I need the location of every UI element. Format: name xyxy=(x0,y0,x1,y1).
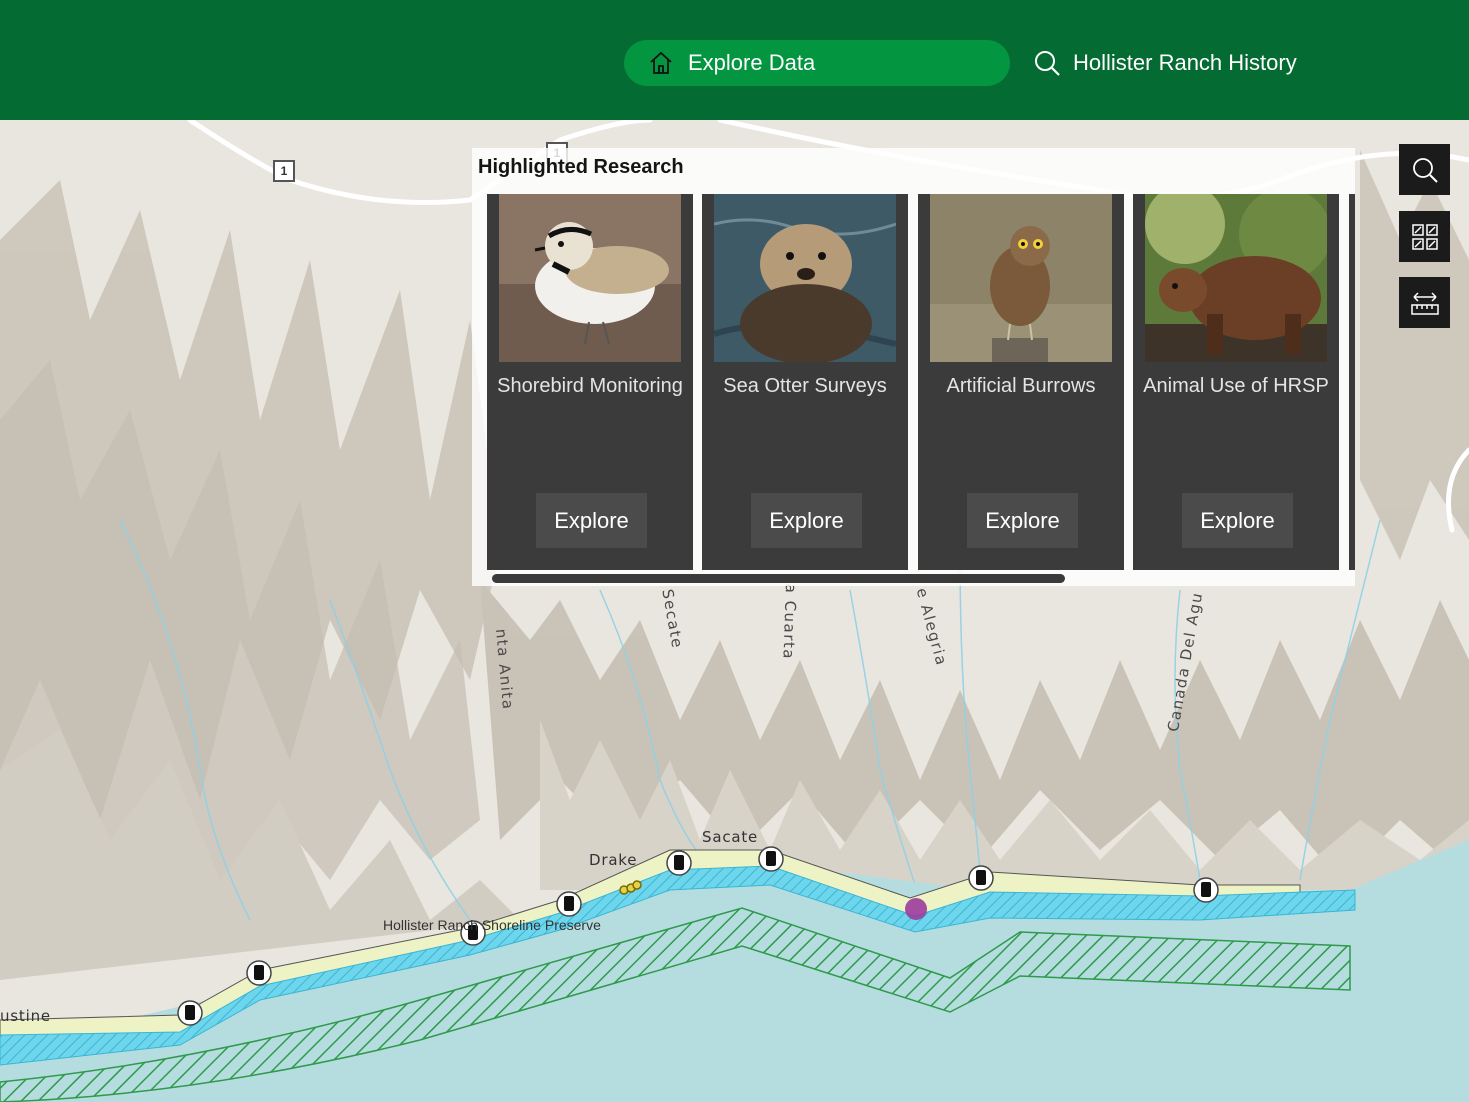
burrowing-owl-photo xyxy=(930,194,1112,362)
home-icon xyxy=(650,51,672,74)
basemap-gallery-button[interactable] xyxy=(1399,211,1450,262)
access-marker[interactable] xyxy=(968,865,994,891)
measure-icon xyxy=(1410,291,1439,315)
research-card-next[interactable] xyxy=(1349,194,1355,570)
search-icon xyxy=(1035,51,1060,76)
basemap-gallery-icon xyxy=(1411,223,1438,250)
canyon-label: a Cuarta xyxy=(779,583,800,661)
research-card-shorebird: Shorebird Monitoring Explore xyxy=(487,194,693,570)
research-card-animal-use: Animal Use of HRSP Explore xyxy=(1133,194,1339,570)
explore-button[interactable]: Explore xyxy=(967,493,1078,548)
research-card-carousel[interactable]: Shorebird Monitoring Explore Sea Otter S… xyxy=(487,194,1355,570)
panel-title: Highlighted Research xyxy=(478,156,684,178)
research-card-sea-otter: Sea Otter Surveys Explore xyxy=(702,194,908,570)
search-icon xyxy=(1412,157,1438,183)
access-marker[interactable] xyxy=(666,850,692,876)
place-label-sacate: Sacate xyxy=(702,828,759,846)
hollister-ranch-history-label: Hollister Ranch History xyxy=(1073,50,1297,75)
card-title: Shorebird Monitoring xyxy=(497,375,683,397)
measure-button[interactable] xyxy=(1399,277,1450,328)
sea-otter-photo xyxy=(714,194,896,362)
explore-data-label: Explore Data xyxy=(688,50,816,75)
card-title: Artificial Burrows xyxy=(946,375,1096,397)
highlight-marker[interactable] xyxy=(905,898,927,920)
access-marker[interactable] xyxy=(556,891,582,917)
access-marker[interactable] xyxy=(246,960,272,986)
highway-shield: 1 xyxy=(273,160,295,182)
place-label-augustine: ustine xyxy=(0,1007,51,1025)
explore-data-nav-button[interactable]: Explore Data xyxy=(624,40,1010,86)
map-search-button[interactable] xyxy=(1399,144,1450,195)
explore-button[interactable]: Explore xyxy=(536,493,647,548)
explore-button[interactable]: Explore xyxy=(1182,493,1293,548)
bear-photo xyxy=(1145,194,1327,362)
card-title: Animal Use of HRSP xyxy=(1143,375,1329,397)
access-marker[interactable] xyxy=(758,846,784,872)
place-label-drake: Drake xyxy=(589,851,638,869)
snowy-plover-photo xyxy=(499,194,681,362)
access-marker[interactable] xyxy=(177,1000,203,1026)
hollister-ranch-history-nav-link[interactable]: Hollister Ranch History xyxy=(1033,40,1297,86)
card-title: Sea Otter Surveys xyxy=(723,375,887,397)
carousel-scrollbar[interactable] xyxy=(492,574,1065,583)
highlighted-research-panel: Highlighted Research Shorebird Monitorin… xyxy=(472,148,1355,586)
preserve-label: Hollister Ranch Shoreline Preserve xyxy=(383,917,601,933)
research-card-artificial-burrows: Artificial Burrows Explore xyxy=(918,194,1124,570)
access-marker[interactable] xyxy=(1193,877,1219,903)
explore-button[interactable]: Explore xyxy=(751,493,862,548)
top-nav-bar: Explore Data Hollister Ranch History xyxy=(0,0,1469,120)
